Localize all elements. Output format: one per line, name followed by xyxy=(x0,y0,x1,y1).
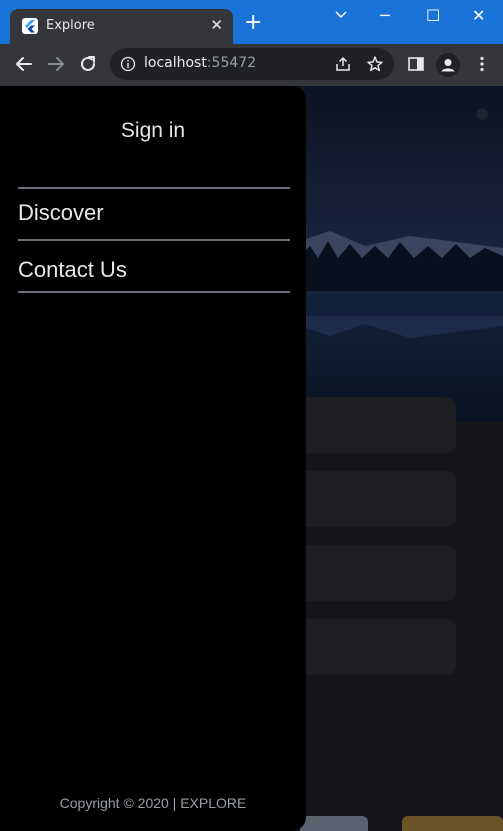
list-card[interactable] xyxy=(296,545,456,601)
list-card[interactable] xyxy=(296,397,456,453)
new-tab-button[interactable]: + xyxy=(244,12,262,34)
side-panel-icon[interactable] xyxy=(407,55,425,73)
divider xyxy=(18,187,290,189)
drawer-item-contact-us[interactable]: Contact Us xyxy=(18,257,127,283)
reload-icon[interactable] xyxy=(77,53,99,75)
tab-title: Explore xyxy=(46,18,95,33)
browser-titlebar: Explore ✕ + ─ ☐ ✕ xyxy=(0,0,503,44)
list-card[interactable] xyxy=(296,619,456,675)
share-icon[interactable] xyxy=(334,55,352,73)
flutter-favicon-icon xyxy=(22,18,38,34)
profile-silhouette-icon xyxy=(441,59,455,72)
maximize-button[interactable]: ☐ xyxy=(426,6,440,25)
drawer-sign-in[interactable]: Sign in xyxy=(0,119,306,143)
divider xyxy=(18,239,290,241)
tab-close-button[interactable]: ✕ xyxy=(210,16,223,34)
thumbnail-image[interactable] xyxy=(402,816,503,831)
thumbnail-image[interactable] xyxy=(300,816,368,831)
divider xyxy=(18,291,290,293)
drawer-footer-copyright: Copyright © 2020 | EXPLORE xyxy=(59,795,247,811)
drawer-item-discover[interactable]: Discover xyxy=(18,200,104,226)
address-bar[interactable]: localhost:55472 xyxy=(110,48,394,80)
forward-arrow-icon[interactable] xyxy=(45,53,67,75)
back-arrow-icon[interactable] xyxy=(13,53,35,75)
browser-tab[interactable]: Explore ✕ xyxy=(10,9,233,44)
profile-icon[interactable] xyxy=(436,53,460,77)
info-icon[interactable] xyxy=(120,56,136,72)
list-card[interactable] xyxy=(296,471,456,527)
tab-search-icon[interactable] xyxy=(334,6,348,25)
menu-dots-icon[interactable] xyxy=(473,55,491,73)
minimize-button[interactable]: ─ xyxy=(380,6,390,25)
star-icon[interactable] xyxy=(366,55,384,73)
close-window-button[interactable]: ✕ xyxy=(472,6,485,25)
navigation-drawer: Sign in Discover Contact Us Copyright © … xyxy=(0,86,306,831)
url-text[interactable]: localhost:55472 xyxy=(144,55,256,71)
browser-toolbar: localhost:55472 xyxy=(0,44,503,86)
